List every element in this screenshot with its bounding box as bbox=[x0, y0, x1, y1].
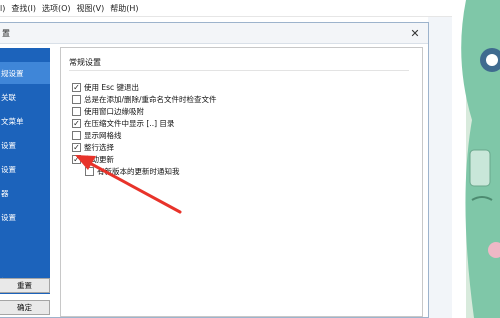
sidebar-item-label: 设置 bbox=[1, 212, 16, 222]
option-label: 有新版本的更新时通知我 bbox=[97, 167, 180, 176]
sidebar-item-label: 关联 bbox=[1, 92, 16, 102]
menu-find[interactable]: 查找(I) bbox=[5, 3, 36, 14]
sidebar-item-settings-c[interactable]: 设置 bbox=[0, 206, 50, 228]
settings-dialog: 置 ✕ 规设置 关联 文菜单 设置 设置 器 设置 设置 重置 确定 bbox=[0, 22, 429, 318]
option-window-snap[interactable]: 使用窗口边缘吸附 bbox=[72, 106, 144, 117]
settings-sidebar: 规设置 关联 文菜单 设置 设置 器 设置 设置 bbox=[0, 48, 50, 294]
option-label: 自动更新 bbox=[84, 155, 114, 164]
dialog-titlebar: 置 ✕ bbox=[0, 23, 428, 44]
option-esc-exit[interactable]: ✓ 使用 Esc 键退出 bbox=[72, 82, 139, 93]
sidebar-item-label: 设置 bbox=[1, 164, 16, 174]
general-settings-panel: 常规设置 ✓ 使用 Esc 键退出 总是在添加/删除/重命名文件时检查文件 使用… bbox=[60, 47, 423, 317]
checkbox[interactable] bbox=[85, 167, 94, 176]
menu-view[interactable]: 视图(V) bbox=[71, 3, 105, 14]
confirm-button[interactable]: 确定 bbox=[0, 300, 50, 315]
option-label: 使用窗口边缘吸附 bbox=[84, 107, 144, 116]
menu-options[interactable]: 选项(O) bbox=[36, 3, 71, 14]
checkbox[interactable] bbox=[72, 131, 81, 140]
option-check-files[interactable]: 总是在添加/删除/重命名文件时检查文件 bbox=[72, 94, 217, 105]
sidebar-item-label: 设置 bbox=[1, 140, 16, 150]
option-show-parent-dir[interactable]: ✓ 在压缩文件中显示 [..] 目录 bbox=[72, 118, 174, 129]
sidebar-item-general[interactable]: 规设置 bbox=[0, 62, 50, 84]
confirm-button-label: 确定 bbox=[17, 303, 32, 312]
reset-button-label: 重置 bbox=[17, 281, 32, 290]
option-label: 显示网格线 bbox=[84, 131, 122, 140]
checkbox[interactable]: ✓ bbox=[72, 119, 81, 128]
sidebar-item-device[interactable]: 器 bbox=[0, 182, 50, 204]
option-auto-update[interactable]: ✓ 自动更新 bbox=[72, 154, 114, 165]
checkbox[interactable]: ✓ bbox=[72, 155, 81, 164]
app-menubar: l) 查找(I) 选项(O) 视图(V) 帮助(H) bbox=[0, 0, 500, 17]
sidebar-item-label: 器 bbox=[1, 188, 9, 198]
sidebar-item-settings-a[interactable]: 设置 bbox=[0, 134, 50, 156]
option-label: 总是在添加/删除/重命名文件时检查文件 bbox=[84, 95, 217, 104]
sidebar-item-context-menu[interactable]: 文菜单 bbox=[0, 110, 50, 132]
sidebar-item-label: 文菜单 bbox=[1, 116, 24, 126]
section-title: 常规设置 bbox=[69, 58, 101, 67]
sidebar-item-label: 规设置 bbox=[1, 68, 24, 78]
option-notify-update[interactable]: 有新版本的更新时通知我 bbox=[85, 166, 180, 177]
checkbox[interactable] bbox=[72, 95, 81, 104]
dialog-title: 置 bbox=[2, 28, 10, 38]
option-grid-lines[interactable]: 显示网格线 bbox=[72, 130, 122, 141]
checkbox[interactable]: ✓ bbox=[72, 143, 81, 152]
section-divider bbox=[69, 70, 409, 71]
sidebar-item-association[interactable]: 关联 bbox=[0, 86, 50, 108]
checkbox[interactable] bbox=[72, 107, 81, 116]
sidebar-item-settings-b[interactable]: 设置 bbox=[0, 158, 50, 180]
reset-button[interactable]: 重置 bbox=[0, 278, 50, 293]
close-icon[interactable]: ✕ bbox=[408, 26, 422, 40]
background-character-art bbox=[452, 0, 500, 318]
menu-help[interactable]: 帮助(H) bbox=[104, 3, 138, 14]
option-label: 使用 Esc 键退出 bbox=[84, 83, 140, 92]
option-label: 整行选择 bbox=[84, 143, 114, 152]
checkbox[interactable]: ✓ bbox=[72, 83, 81, 92]
option-label: 在压缩文件中显示 [..] 目录 bbox=[84, 119, 175, 128]
option-full-row-select[interactable]: ✓ 整行选择 bbox=[72, 142, 114, 153]
